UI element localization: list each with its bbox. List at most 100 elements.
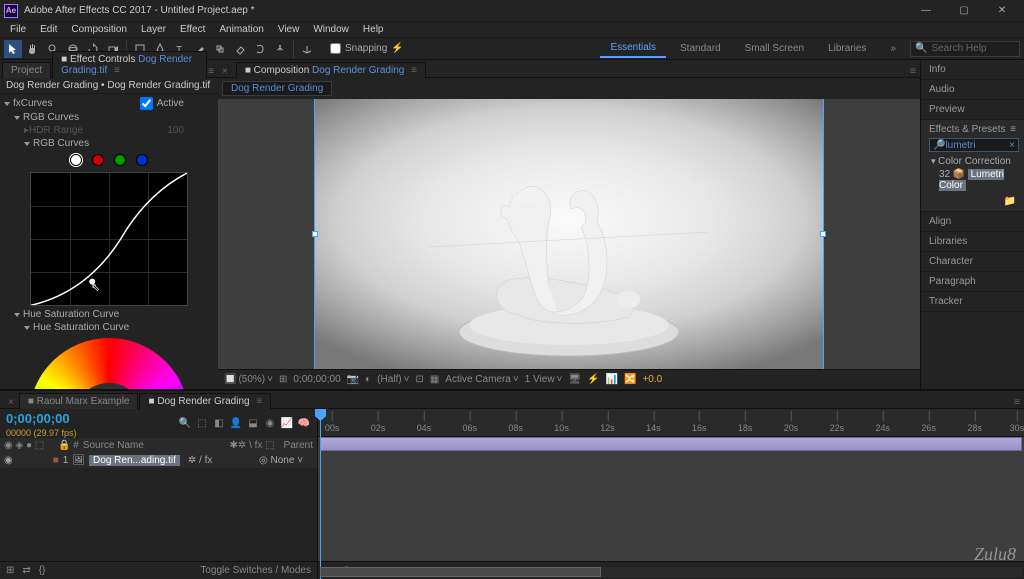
- menu-help[interactable]: Help: [357, 23, 390, 36]
- menu-window[interactable]: Window: [307, 23, 355, 36]
- resolution-dropdown[interactable]: (Half) ˅: [377, 374, 409, 385]
- color-label-icon[interactable]: ■: [53, 455, 59, 466]
- maximize-button[interactable]: ▢: [946, 2, 982, 20]
- timeline-timecode[interactable]: 0;00;00;00: [0, 409, 77, 428]
- panel-info[interactable]: Info: [921, 60, 1024, 80]
- shy-icon[interactable]: 👤: [229, 417, 243, 431]
- timecode-display[interactable]: 0;00;00;00: [293, 374, 340, 385]
- graph-editor-icon[interactable]: 📈: [280, 417, 294, 431]
- menu-effect[interactable]: Effect: [174, 23, 211, 36]
- workspace-libraries[interactable]: Libraries: [818, 40, 876, 57]
- channel-red-icon[interactable]: [92, 154, 104, 166]
- viewer-canvas[interactable]: [314, 99, 824, 369]
- hue-saturation-wheel[interactable]: [29, 338, 189, 389]
- prop-hue-saturation[interactable]: Hue Saturation Curve: [23, 309, 119, 320]
- motion-blur-icon[interactable]: ◉: [263, 417, 277, 431]
- channel-green-icon[interactable]: [114, 154, 126, 166]
- menu-layer[interactable]: Layer: [135, 23, 172, 36]
- workspace-small-screen[interactable]: Small Screen: [735, 40, 814, 57]
- pixel-aspect-icon[interactable]: 🖥: [568, 374, 581, 385]
- eraser-tool-icon[interactable]: [231, 40, 249, 58]
- effect-active-checkbox[interactable]: [140, 97, 153, 110]
- tree-item-row[interactable]: 32 📦 Lumetri Color: [929, 168, 1016, 192]
- layer-parent-dropdown[interactable]: None: [271, 455, 295, 466]
- panel-menu-icon[interactable]: ≡: [208, 66, 214, 77]
- fast-preview-icon[interactable]: ⚡: [587, 374, 599, 385]
- panel-menu-icon[interactable]: ≡: [910, 66, 916, 77]
- panel-menu-icon[interactable]: ≡: [411, 65, 417, 76]
- composition-viewer[interactable]: [218, 99, 920, 369]
- hand-tool-icon[interactable]: [24, 40, 42, 58]
- workspace-essentials[interactable]: Essentials: [600, 39, 666, 58]
- tab-composition[interactable]: ■ Composition Dog Render Grading ≡: [236, 62, 426, 78]
- resolution-icon[interactable]: ⊞: [279, 374, 287, 385]
- menu-animation[interactable]: Animation: [213, 23, 269, 36]
- draft-3d-icon[interactable]: ◧: [212, 417, 226, 431]
- view-layout-dropdown[interactable]: 1 View ˅: [525, 374, 563, 385]
- effect-curves[interactable]: Curves: [21, 98, 53, 109]
- snapshot-icon[interactable]: 📷: [347, 374, 359, 385]
- tab-menu-icon[interactable]: ≡: [256, 396, 262, 407]
- effects-search-input[interactable]: 🔎 lumetri×: [929, 138, 1019, 152]
- search-layers-icon[interactable]: 🔍: [178, 417, 192, 431]
- menu-view[interactable]: View: [272, 23, 306, 36]
- ec-layer-name[interactable]: Dog Render Grading.tif: [107, 80, 210, 91]
- playhead[interactable]: [320, 409, 321, 579]
- timeline-zoom-bar[interactable]: [320, 567, 1022, 577]
- transparency-icon[interactable]: ▦: [430, 374, 439, 385]
- magnification-dropdown[interactable]: 🔲 (50%) ˅: [224, 374, 273, 385]
- close-tab-icon[interactable]: ≡: [114, 65, 120, 76]
- layer-bar-1[interactable]: [320, 437, 1022, 451]
- tree-color-correction[interactable]: ▾ Color Correction: [929, 155, 1016, 168]
- tl-toggle-icon[interactable]: ⇄: [22, 565, 30, 576]
- timeline-icon[interactable]: 📊: [606, 374, 618, 385]
- prop-hue-saturation-inner[interactable]: Hue Saturation Curve: [33, 322, 129, 333]
- tl-zoom-icon[interactable]: {}: [39, 565, 46, 576]
- exposure-value[interactable]: +0.0: [642, 374, 662, 385]
- brain-icon[interactable]: 🧠: [297, 417, 311, 431]
- workspace-standard[interactable]: Standard: [670, 40, 731, 57]
- timeline-tab-raoul[interactable]: ■ Raoul Marx Example: [19, 393, 139, 409]
- timeline-ruler[interactable]: 00s 02s 04s 06s 08s 10s 12s 14s 16s 18s …: [318, 409, 1024, 437]
- panel-tracker[interactable]: Tracker: [921, 292, 1024, 312]
- tab-project[interactable]: Project: [2, 62, 51, 78]
- panel-libraries[interactable]: Libraries: [921, 232, 1024, 252]
- menu-composition[interactable]: Composition: [65, 23, 133, 36]
- clear-search-icon[interactable]: ×: [1009, 140, 1015, 151]
- roto-tool-icon[interactable]: [251, 40, 269, 58]
- frame-blend-icon[interactable]: ⬓: [246, 417, 260, 431]
- clone-tool-icon[interactable]: [211, 40, 229, 58]
- toggle-switches-button[interactable]: Toggle Switches / Modes: [200, 565, 311, 576]
- layer-row-1[interactable]: ◉ ■ 1 🖼 Dog Ren...ading.tif ✲ / fx ◎ Non…: [0, 453, 317, 468]
- prop-hdr-range[interactable]: HDR Range: [29, 125, 83, 136]
- flowchart-icon[interactable]: 🔀: [624, 374, 636, 385]
- local-axis-icon[interactable]: [298, 40, 316, 58]
- channel-blue-icon[interactable]: [136, 154, 148, 166]
- snapping-checkbox[interactable]: [330, 43, 341, 54]
- video-toggle-icon[interactable]: ◉: [4, 455, 13, 466]
- col-parent[interactable]: Parent: [284, 440, 313, 451]
- footage-breadcrumb[interactable]: Dog Render Grading: [222, 81, 332, 96]
- roi-icon[interactable]: ⊡: [415, 374, 423, 385]
- menu-edit[interactable]: Edit: [34, 23, 63, 36]
- channel-icon[interactable]: ◐: [365, 374, 371, 385]
- panel-menu-icon[interactable]: ≡: [1014, 397, 1020, 408]
- selection-tool-icon[interactable]: [4, 40, 22, 58]
- rgb-curve-graph[interactable]: ⇖: [30, 172, 188, 306]
- ec-comp-name[interactable]: Dog Render Grading: [6, 80, 98, 91]
- minimize-button[interactable]: —: [908, 2, 944, 20]
- panel-audio[interactable]: Audio: [921, 80, 1024, 100]
- prop-rgb-curves[interactable]: RGB Curves: [23, 112, 79, 123]
- tab-effect-controls[interactable]: ■ Effect Controls Dog Render Grading.tif…: [52, 51, 207, 78]
- puppet-tool-icon[interactable]: [271, 40, 289, 58]
- layer-name[interactable]: Dog Ren...ading.tif: [89, 455, 180, 466]
- prop-rgb-curves-inner[interactable]: RGB Curves: [33, 138, 89, 149]
- search-help-input[interactable]: 🔍 Search Help: [910, 41, 1020, 57]
- camera-dropdown[interactable]: Active Camera ˅: [445, 374, 518, 385]
- zoom-handle[interactable]: [320, 567, 601, 577]
- timeline-tab-dog[interactable]: ■ Dog Render Grading ≡: [139, 393, 271, 409]
- timeline-track-area[interactable]: [318, 437, 1024, 561]
- panel-align[interactable]: Align: [921, 212, 1024, 232]
- panel-paragraph[interactable]: Paragraph: [921, 272, 1024, 292]
- close-button[interactable]: ✕: [984, 2, 1020, 20]
